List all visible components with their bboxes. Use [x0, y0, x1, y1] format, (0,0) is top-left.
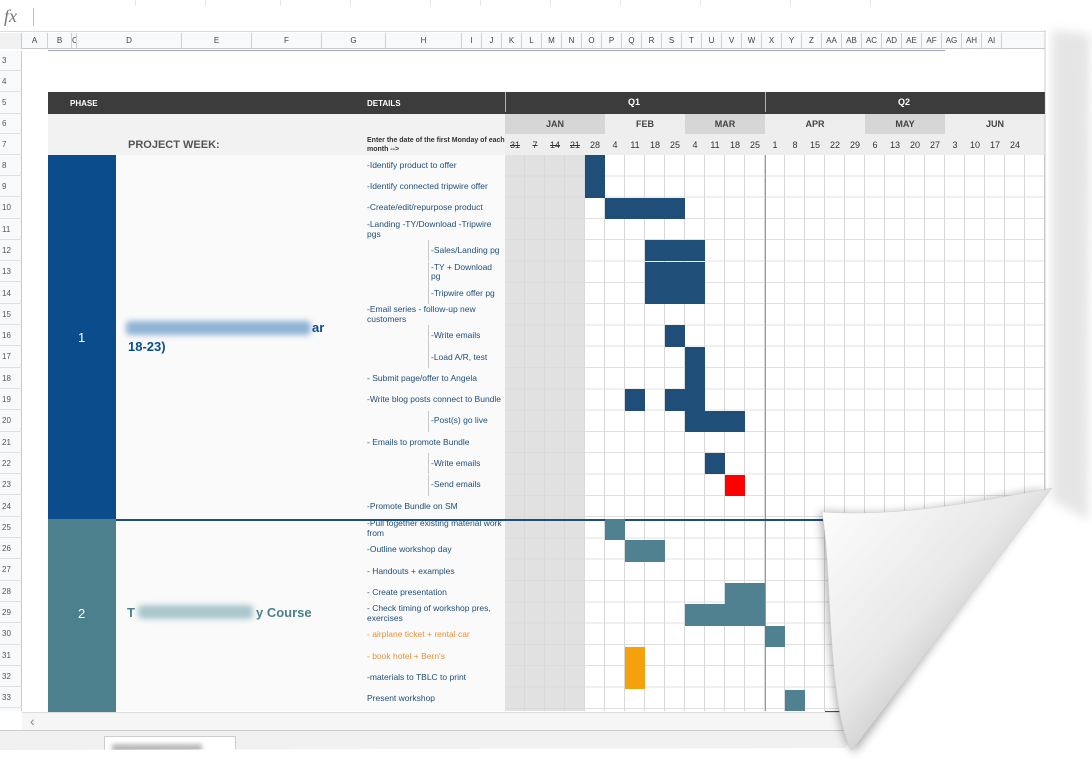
page-curl	[0, 30, 1092, 760]
spreadsheet: fxABCDEFGHIJKLMNOPQRSTUVWXYZAAABACADAEAF…	[0, 0, 1092, 760]
